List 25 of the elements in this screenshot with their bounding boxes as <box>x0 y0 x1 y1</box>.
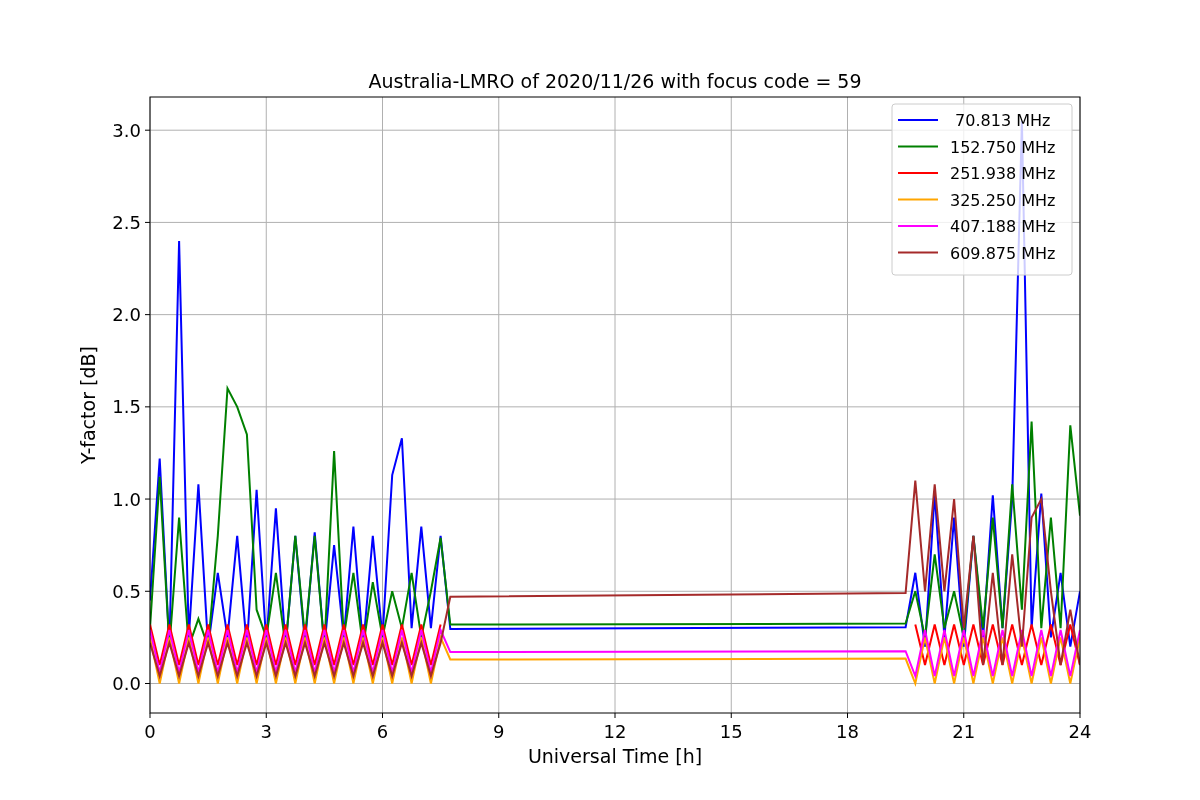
chart-title: Australia-LMRO of 2020/11/26 with focus code = 59 <box>368 70 862 92</box>
tick-label: 2.5 <box>112 211 141 233</box>
legend-label: 325.250 MHz <box>950 190 1056 210</box>
legend-label: 407.188 MHz <box>950 217 1056 236</box>
axis-label: Y-factor [dB] <box>77 346 99 464</box>
tick-label: 2.0 <box>112 304 141 326</box>
tick-label: 3.0 <box>112 119 141 141</box>
tick-label: 1.5 <box>112 396 141 418</box>
legend-label: 152.750 MHz <box>950 137 1056 157</box>
legend-label: 609.875 MHz <box>950 243 1056 263</box>
legend-label: 251.938 MHz <box>950 164 1056 183</box>
tick-label: 3 <box>260 721 272 742</box>
tick-label: 6 <box>376 721 389 742</box>
tick-label: 0.5 <box>112 580 141 602</box>
tick-label: 21 <box>952 721 976 742</box>
legend-label: 70.813 MHz <box>955 111 1051 130</box>
tick-label: 0.0 <box>112 673 141 694</box>
axis-label: Universal Time [h] <box>527 745 703 767</box>
tick-label: 15 <box>719 721 743 742</box>
tick-label: 12 <box>603 721 627 742</box>
tick-label: 24 <box>1068 721 1092 742</box>
tick-label: 1.0 <box>112 488 141 510</box>
tick-label: 9 <box>493 721 505 742</box>
tick-label: 0 <box>144 721 156 742</box>
tick-label: 18 <box>836 721 859 742</box>
